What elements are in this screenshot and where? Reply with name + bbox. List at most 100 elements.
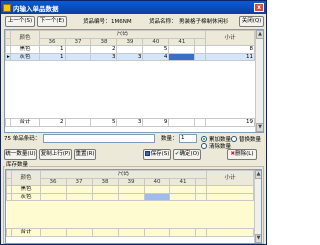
scroll-down-icon[interactable]: ▼ [255, 234, 261, 243]
total-cell: 3 [116, 118, 144, 127]
product-name-value: 男装格子棉制休闲衫 [179, 19, 229, 25]
total-cell [64, 118, 92, 127]
qty-cell[interactable] [116, 45, 144, 54]
size-header: 37 [64, 37, 92, 46]
size-header: 36 [39, 177, 67, 186]
qty-cell[interactable]: 4 [142, 52, 170, 61]
reset-button[interactable]: 重置(R) [74, 149, 96, 160]
uniform-qty-button[interactable]: 统一数量(U) [4, 149, 37, 160]
qty-label: 数量： [161, 136, 178, 142]
stock-vertical-scrollbar[interactable]: ▲ ▼ [254, 170, 261, 243]
delete-button[interactable]: ✖删除(L) [227, 149, 257, 160]
total-label: 合计 [10, 118, 40, 127]
stock-table: 颜色 尺码 小计 36 37 38 39 40 41 黑色 灰色 合计 [6, 170, 254, 237]
qty-cell[interactable]: 3 [90, 52, 118, 61]
table-row[interactable]: 黑色 1 2 5 8 [5, 45, 255, 54]
size-header: 37 [65, 177, 93, 186]
save-button[interactable]: 保存(S) [143, 149, 171, 160]
color-cell[interactable]: 灰色 [10, 52, 40, 61]
qty-cell[interactable] [64, 52, 92, 61]
color-cell: 黑色 [11, 185, 41, 194]
qty-cell-extra [194, 52, 207, 61]
qty-cell[interactable]: 2 [90, 45, 118, 54]
next-button[interactable]: 下一个(E) [37, 16, 67, 27]
title-bar: 内输入单品数据 x [1, 1, 266, 14]
subtotal-cell: 8 [205, 45, 255, 54]
stock-grid: 颜色 尺码 小计 36 37 38 39 40 41 黑色 灰色 合计 ▲ ▼ [5, 169, 262, 244]
scroll-up-icon[interactable]: ▲ [255, 170, 261, 179]
stock-group-title: 库存数量 [5, 162, 30, 169]
total-subtotal-cell [206, 228, 254, 237]
total-cell-extra [194, 118, 207, 127]
qty-cell[interactable]: 1 [38, 45, 66, 54]
delete-label: 删除(L) [235, 151, 254, 157]
ok-label: 确定(O) [179, 151, 200, 157]
stock-grid-empty-area [6, 200, 254, 229]
total-cell [91, 228, 119, 237]
stock-cell [117, 192, 145, 201]
total-cell [169, 228, 197, 237]
table-row-selected[interactable]: ▸ 灰色 1 3 3 4 11 [5, 52, 255, 61]
stock-cell [169, 185, 197, 194]
size-header: 39 [117, 177, 145, 186]
subtotal-cell [206, 192, 254, 201]
subtotal-column-header: 小计 [206, 170, 254, 186]
subtotal-cell [206, 185, 254, 194]
stock-cell [39, 192, 67, 201]
size-header-extra [195, 177, 208, 186]
mode-replace-label: 替换数量 [239, 137, 262, 143]
scroll-up-icon[interactable]: ▲ [256, 30, 263, 39]
window-close-button[interactable]: x [254, 3, 264, 12]
qty-cell-extra [194, 45, 207, 54]
total-cell [168, 118, 196, 127]
toolbar: 上一个(S) 下一个(E) 货品编号： 1M6NM 货品名称： 男装格子棉制休闲… [1, 14, 266, 29]
stock-cell-extra [195, 192, 208, 201]
product-code-label: 货品编号： [83, 19, 111, 25]
table-row[interactable]: 灰色 [6, 192, 254, 201]
vertical-scrollbar[interactable]: ▲ ▼ [255, 30, 263, 132]
qty-cell[interactable]: 1 [38, 52, 66, 61]
subtotal-cell: 11 [205, 52, 255, 61]
total-row: 合计 [6, 228, 254, 237]
prev-button[interactable]: 上一个(S) [5, 16, 35, 27]
qty-cell[interactable] [168, 45, 196, 54]
stock-cell [91, 185, 119, 194]
stock-cell-extra [195, 185, 208, 194]
size-header: 40 [142, 37, 170, 46]
stock-cell-highlighted [143, 192, 171, 201]
stock-cell [39, 185, 67, 194]
color-column-header: 颜色 [11, 170, 41, 186]
qty-cell[interactable]: 5 [142, 45, 170, 54]
total-row: 合计 2 5 3 9 19 [5, 118, 255, 127]
color-column-header: 颜色 [10, 30, 40, 46]
size-header: 39 [116, 37, 144, 46]
ok-button[interactable]: ✔确定(O) [173, 149, 201, 160]
total-cell [65, 228, 93, 237]
stock-cell [65, 192, 93, 201]
total-cell [143, 228, 171, 237]
table-row[interactable]: 黑色 [6, 185, 254, 194]
scroll-down-icon[interactable]: ▼ [256, 123, 263, 132]
total-cell: 5 [90, 118, 118, 127]
total-subtotal-cell: 19 [205, 118, 255, 127]
barcode-input[interactable] [43, 134, 155, 143]
toolbar-close-button[interactable]: 关闭(Q) [239, 16, 264, 27]
color-cell[interactable]: 黑色 [10, 45, 40, 54]
row-indicator-header [6, 177, 13, 186]
size-header-extra [194, 37, 207, 46]
total-cell: 2 [38, 118, 66, 127]
size-header: 36 [38, 37, 66, 46]
size-header: 41 [169, 177, 197, 186]
subtotal-column-header: 小计 [205, 30, 255, 46]
copy-row-button[interactable]: 复制上行(P) [39, 149, 72, 160]
qty-input[interactable]: 1 [179, 134, 197, 143]
size-header: 38 [90, 37, 118, 46]
mode-replace-radio[interactable]: 替换数量 [231, 135, 261, 143]
radio-icon [201, 143, 207, 149]
qty-cell[interactable] [64, 45, 92, 54]
save-label: 保存(S) [150, 151, 170, 157]
stock-cell [143, 185, 171, 194]
qty-cell-focused[interactable] [168, 52, 196, 61]
qty-cell[interactable]: 3 [116, 52, 144, 61]
size-header: 40 [143, 177, 171, 186]
